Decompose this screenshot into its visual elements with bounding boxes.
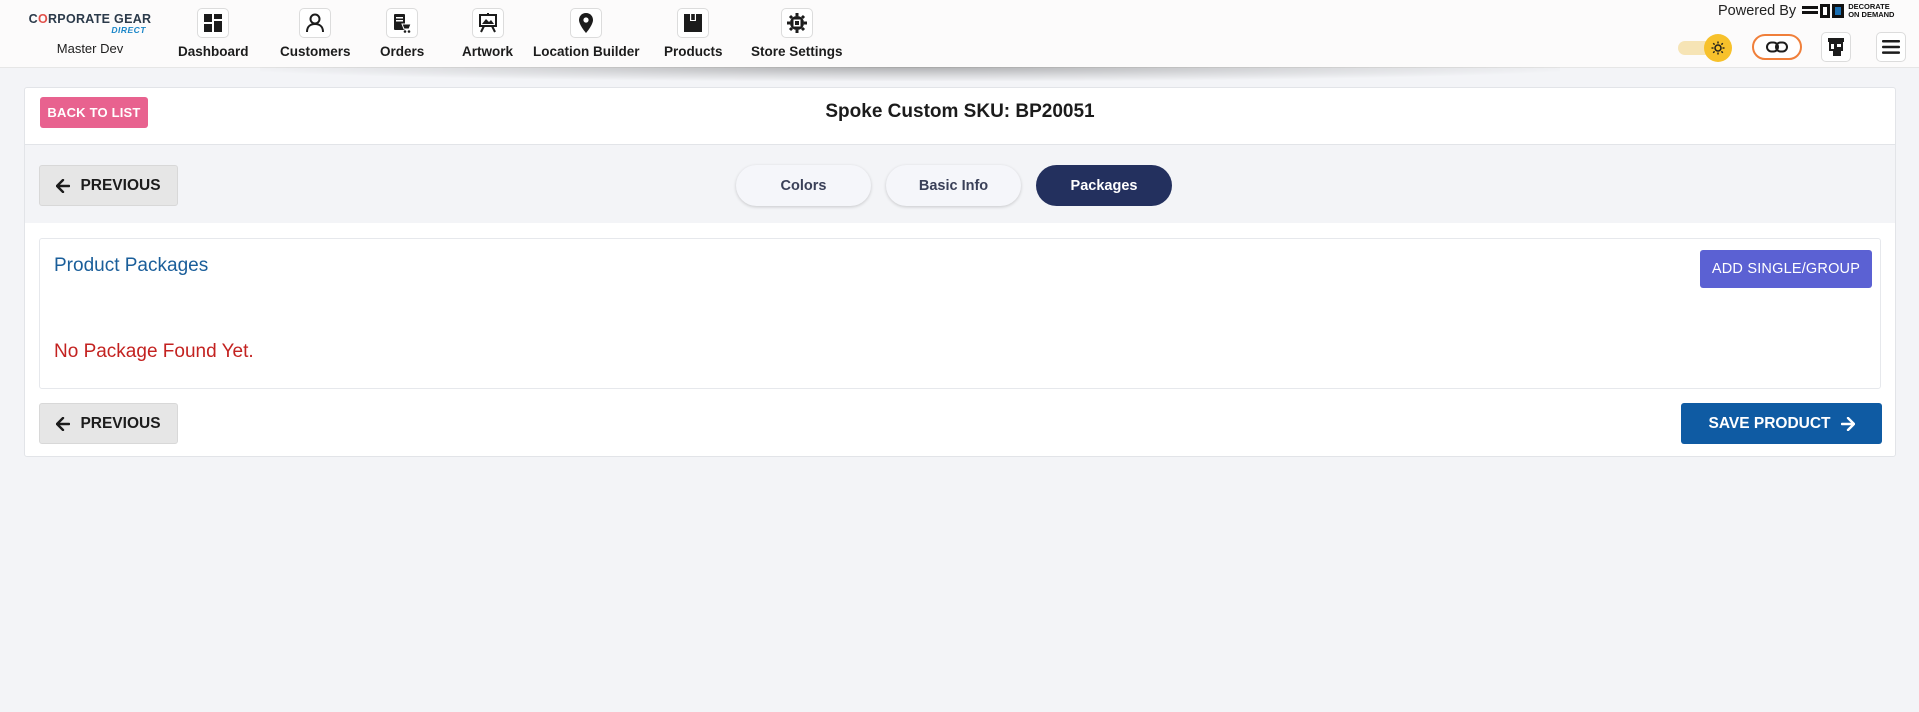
- nav-label-products: Products: [664, 44, 723, 59]
- arrow-right-icon: [1840, 416, 1855, 431]
- logo-text: CORPORATE GEAR: [28, 12, 152, 26]
- link-icon: [1766, 41, 1788, 53]
- box-icon: [677, 8, 710, 38]
- current-user-name[interactable]: Master Dev: [28, 41, 152, 56]
- settings-gear-icon: [780, 8, 813, 38]
- nav-item-dashboard[interactable]: Dashboard: [178, 8, 249, 59]
- dod-logo-text: DECORATE ON DEMAND: [1848, 2, 1895, 19]
- previous-label-top: PREVIOUS: [80, 176, 161, 194]
- previous-button-bottom[interactable]: PREVIOUS: [39, 403, 178, 444]
- card-header: Spoke Custom SKU: BP20051 BACK TO LIST: [25, 88, 1895, 145]
- powered-by-text: Powered By: [1718, 3, 1797, 19]
- previous-label-bottom: PREVIOUS: [80, 414, 161, 432]
- nav-label-orders: Orders: [380, 44, 425, 59]
- nav-item-products[interactable]: Products: [664, 8, 723, 59]
- previous-button-top[interactable]: PREVIOUS: [39, 165, 178, 206]
- nav-item-orders[interactable]: Orders: [380, 8, 424, 59]
- step-navigation: PREVIOUS Colors Basic Info Packages: [25, 145, 1895, 223]
- hamburger-menu-icon: [1882, 40, 1900, 54]
- page-title: Spoke Custom SKU: BP20051: [825, 101, 1095, 122]
- nav-label-customers: Customers: [280, 44, 351, 59]
- nav-label-store-settings: Store Settings: [751, 44, 843, 59]
- copy-link-button[interactable]: [1752, 34, 1802, 60]
- orders-icon: [386, 8, 419, 38]
- brand-logo[interactable]: CORPORATE GEAR DIRECT: [28, 12, 152, 35]
- back-to-list-button[interactable]: BACK TO LIST: [40, 97, 148, 128]
- save-product-button[interactable]: SAVE PRODUCT: [1681, 403, 1882, 444]
- nav-label-location-builder: Location Builder: [533, 44, 640, 59]
- add-single-group-button[interactable]: ADD SINGLE/GROUP: [1700, 250, 1872, 288]
- nav-item-artwork[interactable]: Artwork: [462, 8, 513, 59]
- customer-icon: [299, 8, 332, 38]
- product-edit-card: Spoke Custom SKU: BP20051 BACK TO LIST P…: [24, 87, 1896, 457]
- nav-item-location-builder[interactable]: Location Builder: [533, 8, 640, 59]
- top-navigation-bar: CORPORATE GEAR DIRECT Master Dev Dashboa…: [0, 0, 1919, 68]
- hamburger-menu-button[interactable]: [1876, 32, 1906, 62]
- tab-colors[interactable]: Colors: [736, 165, 871, 206]
- save-product-label: SAVE PRODUCT: [1708, 414, 1831, 432]
- theme-toggle[interactable]: [1678, 34, 1732, 62]
- product-packages-panel: Product Packages ADD SINGLE/GROUP No Pac…: [39, 238, 1881, 389]
- logo-subtext: DIRECT: [111, 25, 146, 35]
- storefront-icon: [1828, 38, 1844, 56]
- nav-item-store-settings[interactable]: Store Settings: [751, 8, 843, 59]
- tab-packages[interactable]: Packages: [1036, 165, 1172, 206]
- nav-item-customers[interactable]: Customers: [280, 8, 351, 59]
- decorate-on-demand-logo[interactable]: DECORATE ON DEMAND: [1802, 3, 1894, 19]
- location-pin-icon: [570, 8, 603, 38]
- dod-logo-mark: [1802, 4, 1845, 18]
- artwork-icon: [471, 8, 504, 38]
- empty-state-message: No Package Found Yet.: [54, 341, 254, 362]
- topbar-shadow: [260, 67, 1560, 81]
- dashboard-icon: [197, 8, 230, 38]
- nav-label-dashboard: Dashboard: [178, 44, 249, 59]
- panel-title: Product Packages: [54, 255, 209, 276]
- arrow-left-icon: [56, 178, 71, 193]
- nav-label-artwork: Artwork: [462, 44, 514, 59]
- arrow-left-icon: [56, 416, 71, 431]
- powered-by: Powered By DECORATE ON DEMAND: [1718, 3, 1894, 20]
- storefront-button[interactable]: [1821, 32, 1851, 62]
- sun-icon: [1704, 34, 1732, 62]
- tab-basic-info[interactable]: Basic Info: [886, 165, 1021, 206]
